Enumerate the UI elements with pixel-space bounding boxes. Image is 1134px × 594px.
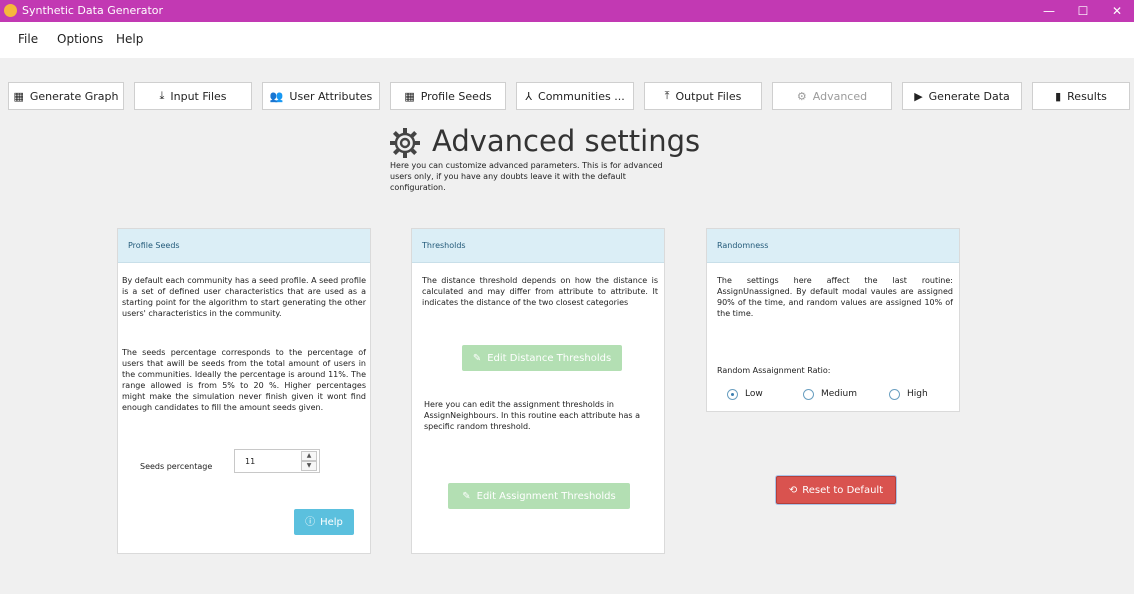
help-button[interactable]: ⓘ Help	[294, 509, 354, 535]
page-description: Here you can customize advanced paramete…	[390, 161, 663, 192]
profile-seeds-card: Profile Seeds By default each community …	[117, 228, 371, 554]
page-title: Advanced settings	[432, 124, 701, 158]
radio-unselected-icon	[889, 389, 900, 400]
user-attributes-label: User Attributes	[289, 89, 373, 103]
randomness-heading: Randomness	[707, 229, 959, 263]
help-label: Help	[320, 516, 343, 528]
randomness-text: The settings here affect the last routin…	[717, 276, 953, 318]
gear-icon: ⚙	[796, 89, 807, 103]
reset-icon: ⟲	[788, 484, 798, 496]
download-icon: ⤓	[159, 89, 165, 102]
upload-icon: ⤒	[664, 89, 670, 102]
grid-icon: ▦	[404, 89, 415, 103]
edit-assignment-thresholds-button: ✎ Edit Assignment Thresholds	[448, 483, 630, 509]
thresholds-text-1: The distance threshold depends on how th…	[422, 276, 658, 307]
radio-high-label: High	[907, 389, 928, 399]
spin-up-icon[interactable]: ▲	[301, 451, 317, 461]
advanced-button: ⚙ Advanced	[772, 82, 892, 110]
thresholds-text-2: Here you can edit the assignment thresho…	[424, 400, 640, 431]
question-icon: ⓘ	[305, 516, 316, 528]
maximize-button[interactable]: ☐	[1068, 1, 1098, 21]
play-icon: ▶	[914, 89, 923, 103]
results-button[interactable]: ▮ Results	[1032, 82, 1130, 110]
communities-button[interactable]: ⅄ Communities ...	[516, 82, 634, 110]
profile-seeds-text-1: By default each community has a seed pro…	[122, 276, 366, 318]
generate-graph-button[interactable]: ▦ Generate Graph	[8, 82, 124, 110]
radio-unselected-icon	[803, 389, 814, 400]
title-bar: Synthetic Data Generator — ☐ ✕	[0, 0, 1134, 22]
advanced-label: Advanced	[812, 89, 868, 103]
seeds-percentage-input[interactable]: 11 ▲ ▼	[234, 449, 320, 473]
radio-selected-icon	[727, 389, 738, 400]
reset-to-default-label: Reset to Default	[802, 484, 884, 496]
close-button[interactable]: ✕	[1102, 1, 1132, 21]
user-attributes-button[interactable]: 👥 User Attributes	[262, 82, 380, 110]
seeds-percentage-value: 11	[245, 457, 256, 466]
radio-medium-label: Medium	[821, 389, 857, 399]
generate-data-button[interactable]: ▶ Generate Data	[902, 82, 1022, 110]
thresholds-heading: Thresholds	[412, 229, 664, 263]
minimize-button[interactable]: —	[1034, 1, 1064, 21]
radio-high[interactable]: High	[889, 389, 928, 400]
profile-seeds-heading: Profile Seeds	[118, 229, 370, 263]
menu-file[interactable]: File	[18, 32, 38, 46]
random-ratio-label: Random Assaignment Ratio:	[717, 366, 831, 375]
edit-distance-thresholds-button: ✎ Edit Distance Thresholds	[462, 345, 622, 371]
radio-low-label: Low	[745, 389, 763, 399]
bar-chart-icon: ▮	[1055, 89, 1062, 103]
communities-label: Communities ...	[538, 89, 625, 103]
output-files-button[interactable]: ⤒ Output Files	[644, 82, 762, 110]
menu-options[interactable]: Options	[57, 32, 103, 46]
pencil-icon: ✎	[472, 352, 482, 364]
pencil-icon: ✎	[462, 490, 471, 502]
menu-bar: File Options Help	[0, 22, 1134, 58]
randomness-card: Randomness The settings here affect the …	[706, 228, 960, 412]
profile-seeds-text-2: The seeds percentage corresponds to the …	[122, 348, 366, 412]
app-icon	[4, 4, 17, 17]
seeds-percentage-label: Seeds percentage	[140, 462, 213, 471]
edit-distance-thresholds-label: Edit Distance Thresholds	[487, 352, 612, 364]
gear-icon	[390, 128, 420, 158]
generate-graph-label: Generate Graph	[29, 89, 119, 103]
users-icon: 👥	[269, 89, 284, 103]
output-files-label: Output Files	[675, 89, 742, 103]
grid-icon: ▦	[13, 89, 24, 103]
menu-help[interactable]: Help	[116, 32, 143, 46]
thresholds-card: Thresholds The distance threshold depend…	[411, 228, 665, 554]
radio-low[interactable]: Low	[727, 389, 763, 400]
window-title: Synthetic Data Generator	[22, 4, 164, 17]
edit-assignment-thresholds-label: Edit Assignment Thresholds	[476, 490, 616, 502]
reset-to-default-button[interactable]: ⟲ Reset to Default	[776, 476, 896, 504]
radio-medium[interactable]: Medium	[803, 389, 857, 400]
spin-down-icon[interactable]: ▼	[301, 461, 317, 471]
network-icon: ⅄	[525, 89, 533, 103]
results-label: Results	[1067, 89, 1107, 103]
input-files-button[interactable]: ⤓ Input Files	[134, 82, 252, 110]
input-files-label: Input Files	[170, 89, 227, 103]
generate-data-label: Generate Data	[928, 89, 1010, 103]
profile-seeds-label: Profile Seeds	[420, 89, 492, 103]
toolbar: ▦ Generate Graph ⤓ Input Files 👥 User Attri…	[0, 58, 1134, 112]
profile-seeds-button[interactable]: ▦ Profile Seeds	[390, 82, 506, 110]
